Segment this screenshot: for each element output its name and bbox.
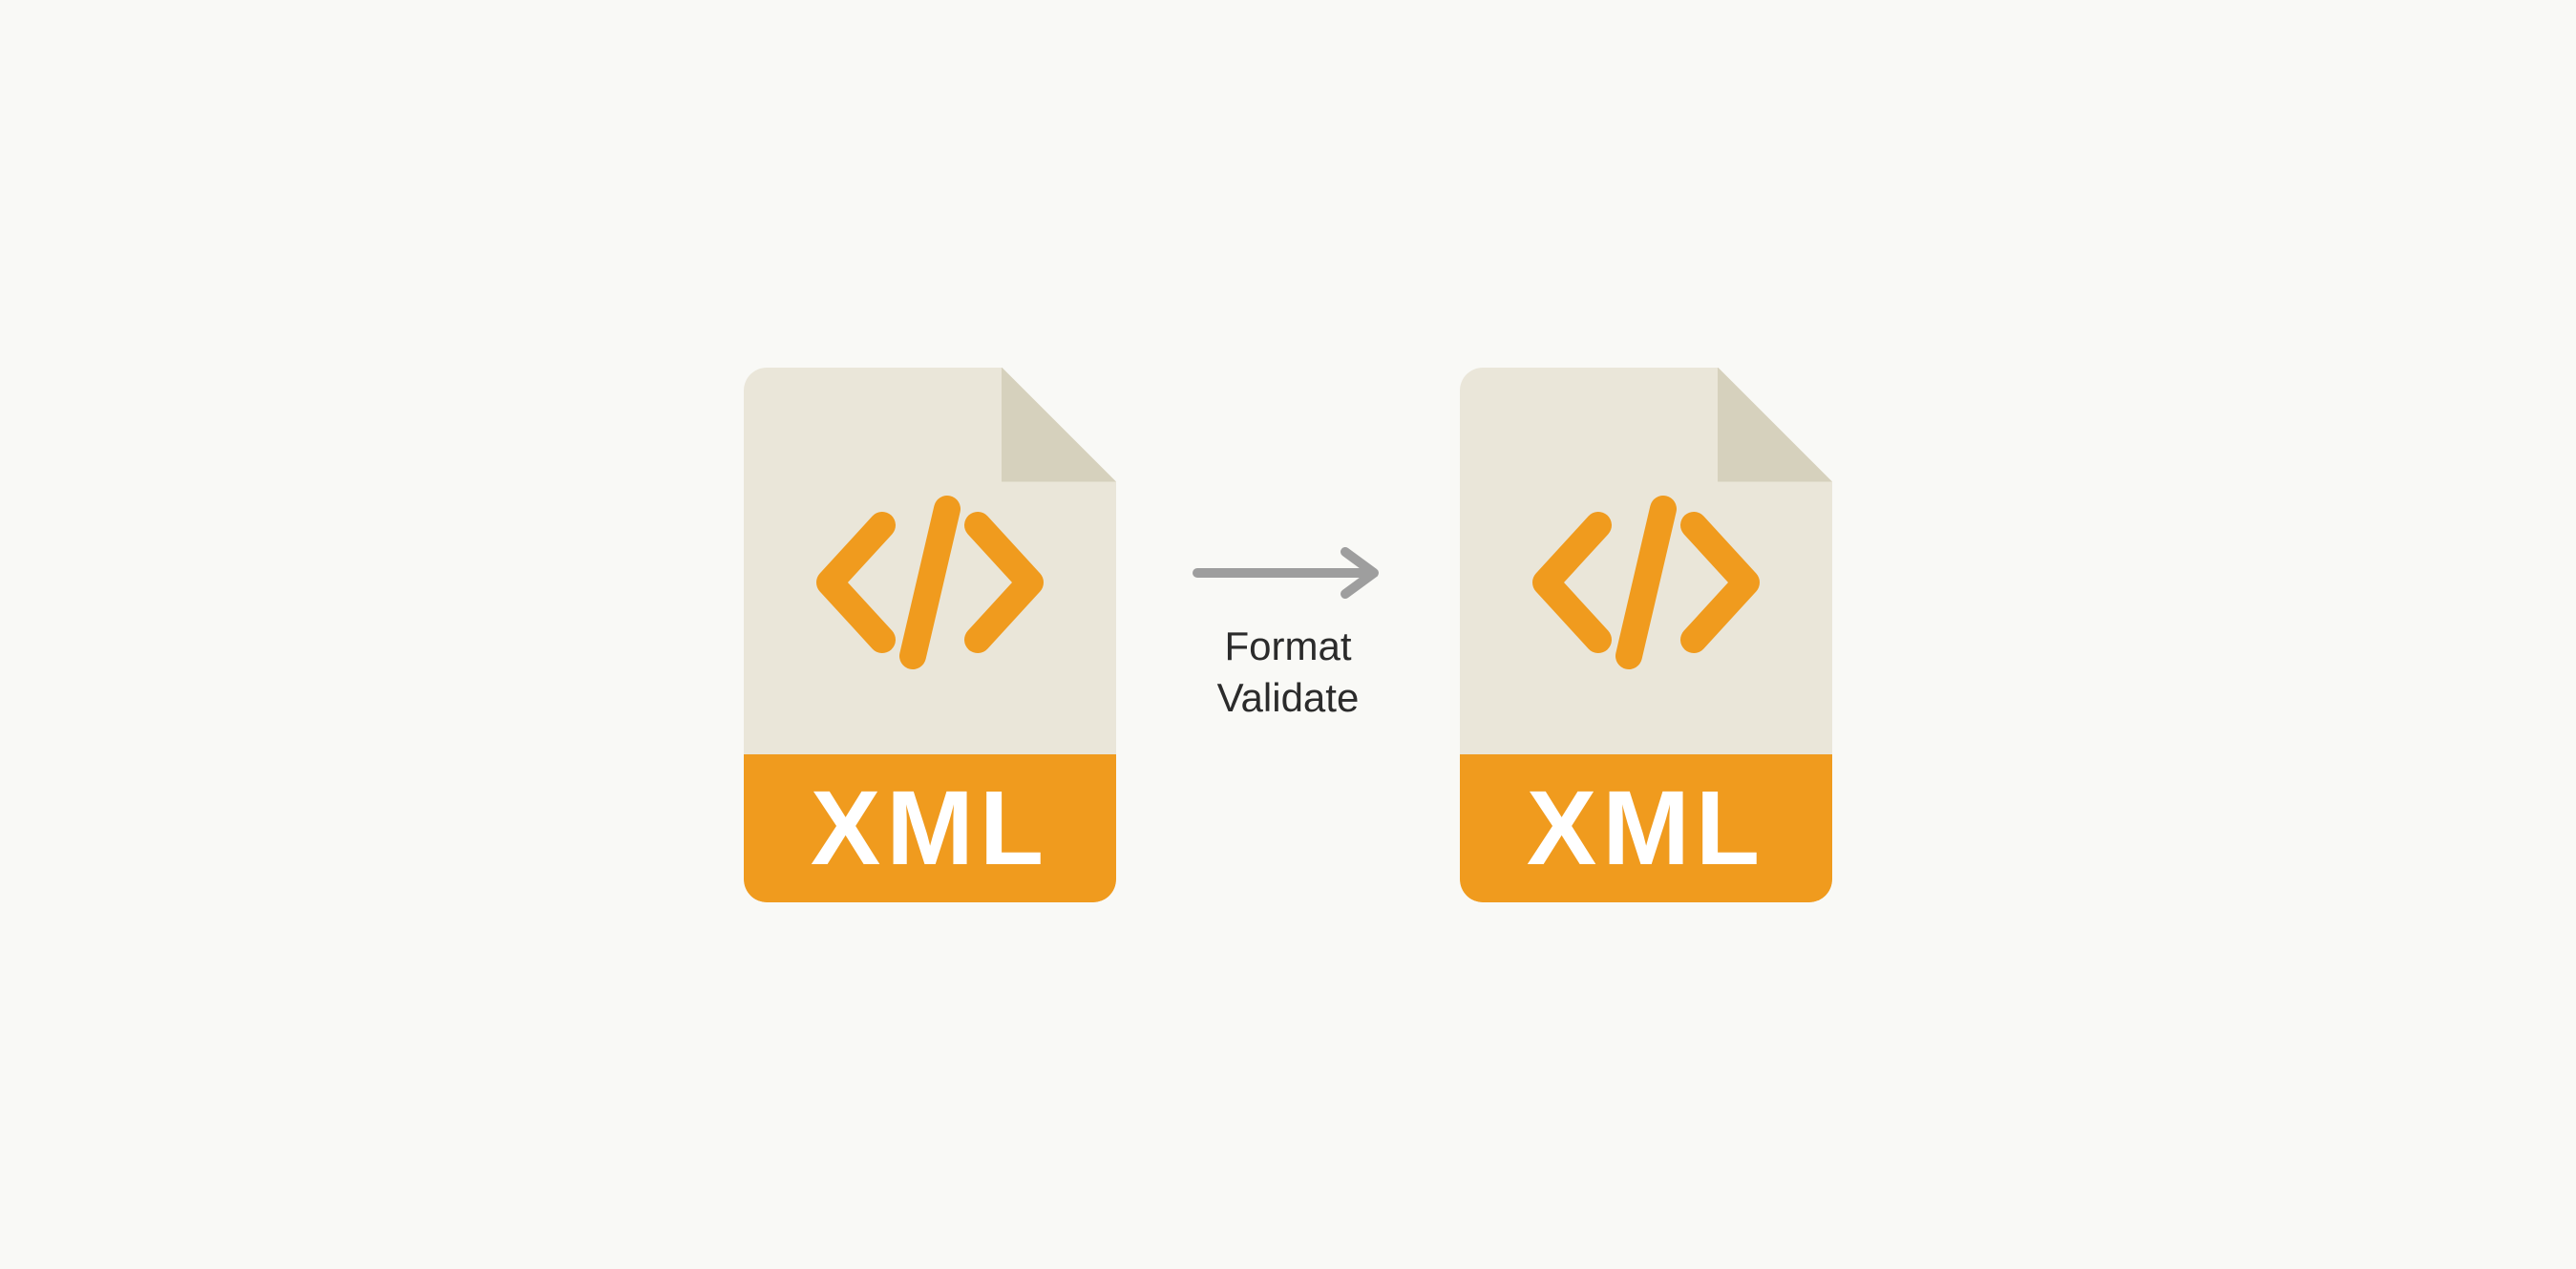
code-brackets-icon [1460,482,1832,683]
transform-middle: Format Validate [1183,549,1393,721]
xml-file-icon-left: XML [744,368,1116,902]
code-brackets-icon [744,482,1116,683]
file-extension-label: XML [811,768,1049,889]
xml-format-validate-diagram: XML Format Validate [744,368,1832,902]
file-extension-band: XML [1460,754,1832,902]
file-extension-label: XML [1527,768,1765,889]
action-labels: Format Validate [1217,624,1360,721]
xml-file-icon-right: XML [1460,368,1832,902]
arrow-right-icon [1188,549,1388,597]
action-label-validate: Validate [1217,675,1360,721]
file-extension-band: XML [744,754,1116,902]
action-label-format: Format [1224,624,1351,669]
